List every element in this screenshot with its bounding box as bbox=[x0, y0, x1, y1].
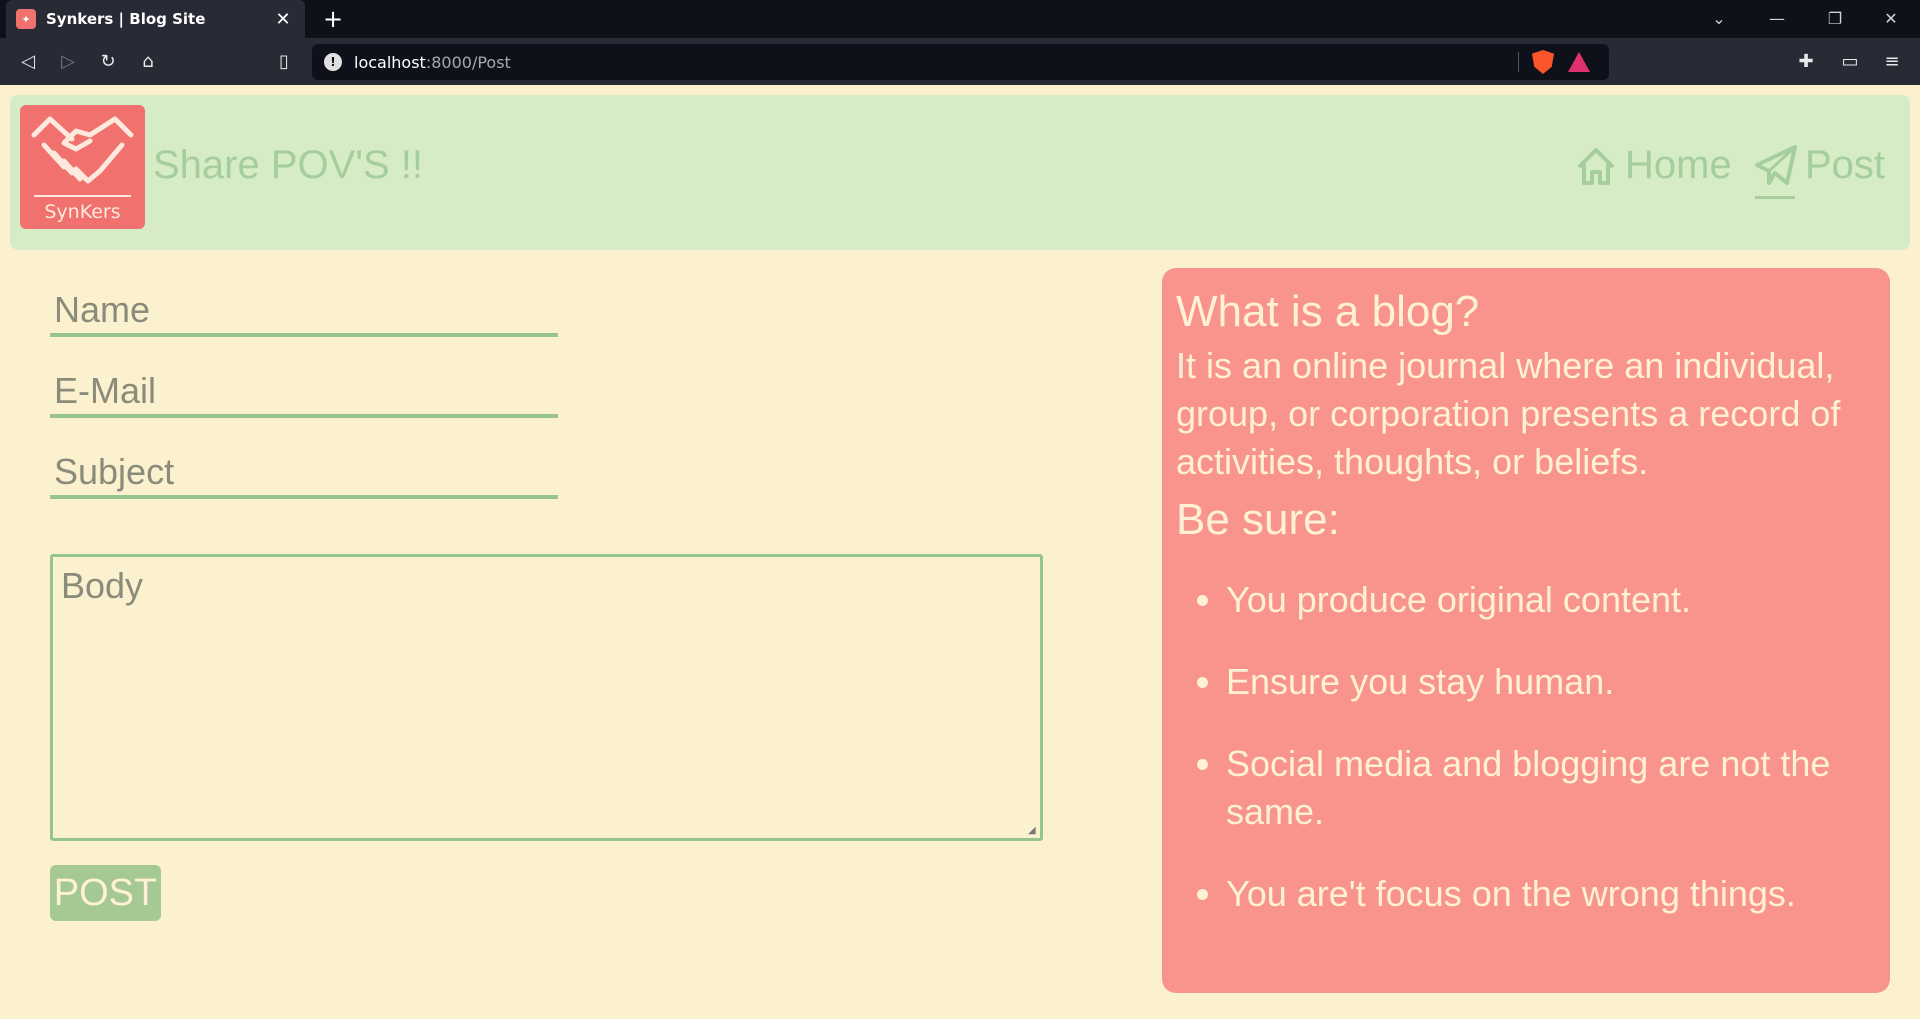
close-window-button[interactable]: ✕ bbox=[1862, 0, 1920, 38]
brave-shield-icon[interactable] bbox=[1532, 50, 1554, 74]
bookmark-icon[interactable]: ▯ bbox=[268, 46, 300, 78]
site-info-icon[interactable]: ! bbox=[324, 53, 342, 71]
active-nav-underline bbox=[1755, 196, 1795, 199]
tagline: Share POV'S !! bbox=[153, 143, 423, 187]
email-input[interactable] bbox=[50, 368, 558, 418]
body-textarea[interactable] bbox=[50, 554, 1043, 841]
wallet-icon[interactable]: ▭ bbox=[1834, 46, 1866, 78]
paper-plane-icon bbox=[1755, 144, 1797, 185]
list-item: You are't focus on the wrong things. bbox=[1226, 870, 1876, 918]
list-item: You produce original content. bbox=[1226, 576, 1876, 624]
nav-post-label: Post bbox=[1805, 143, 1886, 187]
url-path: :8000/Post bbox=[425, 52, 511, 72]
logo-divider bbox=[34, 195, 131, 197]
info-subtitle: Be sure: bbox=[1176, 495, 1340, 544]
page: SynKers Share POV'S !! Home Post ◢ POST … bbox=[0, 85, 1920, 1019]
url-host: localhost bbox=[354, 52, 426, 72]
forward-button[interactable]: ▷ bbox=[52, 46, 84, 78]
nav-post[interactable]: Post bbox=[1755, 143, 1885, 188]
address-bar[interactable]: ! localhost:8000/Post bbox=[312, 44, 1609, 80]
address-bar-divider bbox=[1518, 52, 1519, 72]
site-header: SynKers Share POV'S !! Home Post bbox=[10, 95, 1910, 250]
nav-home-label: Home bbox=[1625, 143, 1732, 187]
logo-text: SynKers bbox=[44, 201, 121, 223]
subject-input[interactable] bbox=[50, 449, 558, 499]
post-button[interactable]: POST bbox=[50, 865, 161, 921]
back-button[interactable]: ◁ bbox=[12, 46, 44, 78]
favicon-icon: ✦ bbox=[16, 9, 36, 29]
handshake-icon bbox=[31, 116, 134, 184]
browser-tab[interactable]: ✦ Synkers | Blog Site ✕ bbox=[6, 0, 305, 38]
logo[interactable]: SynKers bbox=[20, 105, 145, 229]
minimize-button[interactable]: — bbox=[1748, 0, 1806, 38]
new-tab-button[interactable]: + bbox=[318, 4, 348, 34]
info-title: What is a blog? bbox=[1176, 287, 1480, 336]
brave-rewards-icon[interactable] bbox=[1568, 52, 1590, 72]
name-input[interactable] bbox=[50, 287, 558, 337]
home-icon bbox=[1577, 147, 1615, 185]
reload-button[interactable]: ↻ bbox=[92, 46, 124, 78]
menu-icon[interactable]: ≡ bbox=[1876, 46, 1908, 78]
restore-button[interactable]: ❐ bbox=[1806, 0, 1864, 38]
tab-title: Synkers | Blog Site bbox=[46, 10, 206, 28]
list-item: Social media and blogging are not the sa… bbox=[1226, 740, 1876, 836]
browser-toolbar: ◁ ▷ ↻ ⌂ ▯ ! localhost:8000/Post ✚ ▭ ≡ bbox=[0, 38, 1920, 85]
extensions-icon[interactable]: ✚ bbox=[1790, 46, 1822, 78]
tips-list: You produce original content. Ensure you… bbox=[1176, 576, 1876, 918]
home-browser-button[interactable]: ⌂ bbox=[132, 46, 164, 78]
nav-home[interactable]: Home bbox=[1575, 143, 1732, 188]
info-description: It is an online journal where an individ… bbox=[1176, 345, 1841, 482]
resize-grip-icon[interactable]: ◢ bbox=[1028, 825, 1040, 837]
tab-list-chevron-icon[interactable]: ⌄ bbox=[1690, 0, 1748, 38]
browser-tab-bar: ✦ Synkers | Blog Site ✕ + ⌄ — ❐ ✕ bbox=[0, 0, 1920, 38]
list-item: Ensure you stay human. bbox=[1226, 658, 1876, 706]
info-card: What is a blog? It is an online journal … bbox=[1162, 268, 1890, 993]
close-tab-icon[interactable]: ✕ bbox=[271, 9, 295, 30]
